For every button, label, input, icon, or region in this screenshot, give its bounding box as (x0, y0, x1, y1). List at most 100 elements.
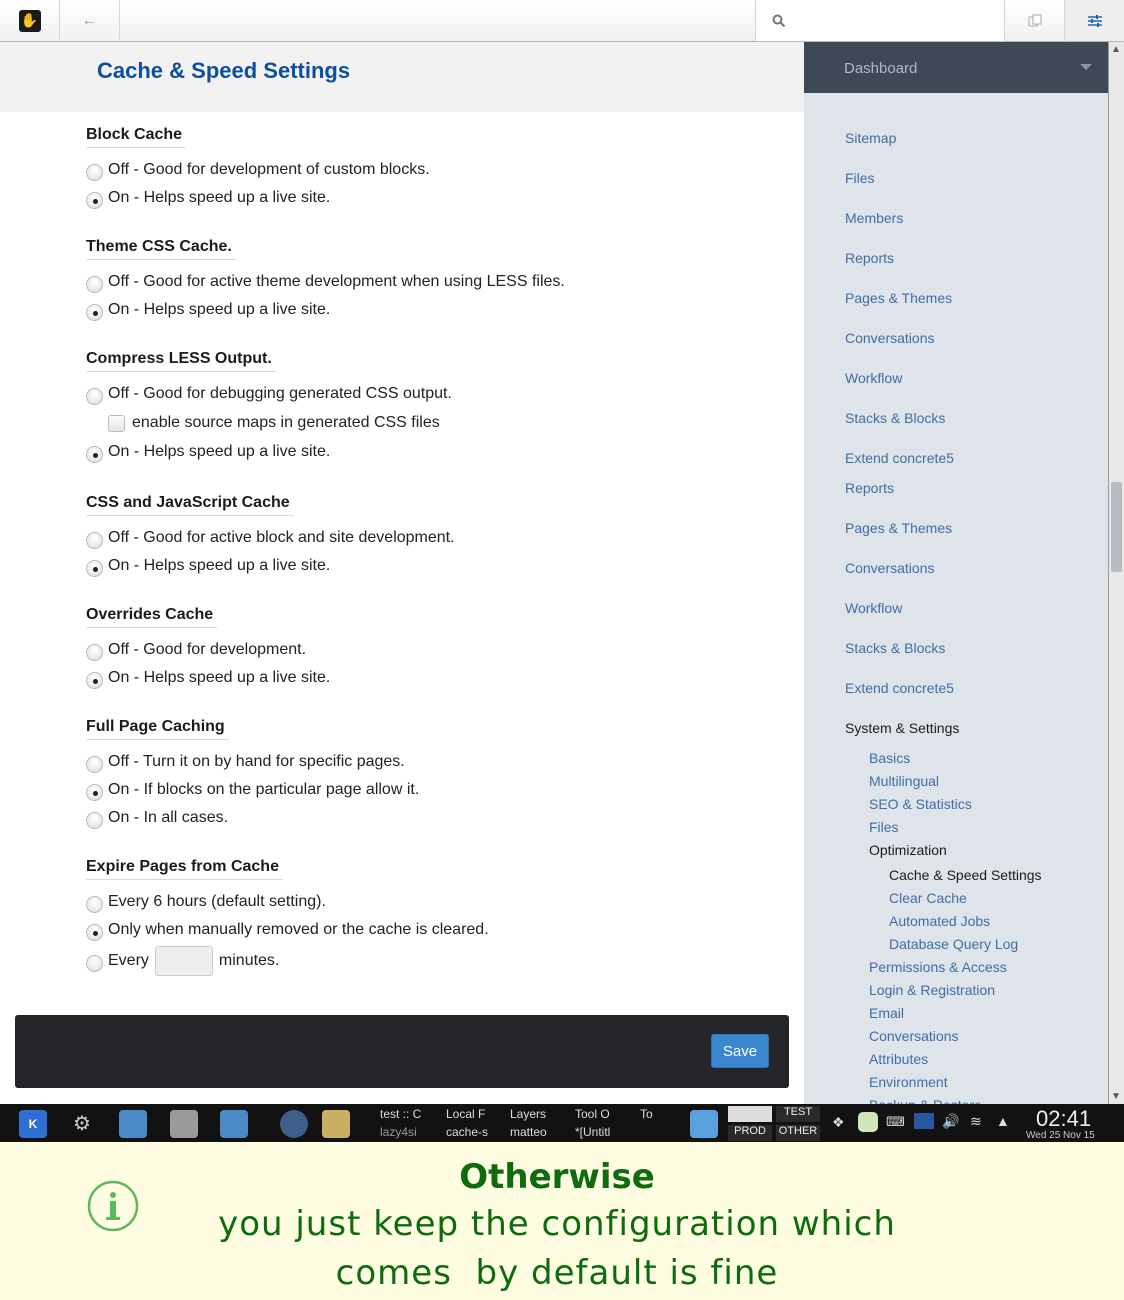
radio-option[interactable]: On - Helps speed up a live site. (86, 664, 330, 692)
radio-option[interactable]: Off - Good for active block and site dev… (86, 524, 455, 552)
drive-icon[interactable] (170, 1110, 198, 1138)
settings-tools-icon[interactable]: ⚙ (68, 1110, 96, 1138)
sidebar-item-sitemap[interactable]: Sitemap (845, 130, 896, 146)
sidebar-item-conversations[interactable]: Conversations (845, 560, 935, 576)
sidebar-subitem-basics[interactable]: Basics (869, 750, 910, 766)
volume-icon[interactable]: 🔊 (942, 1113, 959, 1130)
activity-test[interactable]: TEST (776, 1106, 820, 1122)
dropbox-icon[interactable]: ❖ (832, 1114, 845, 1131)
radio-option[interactable]: Off - Good for development of custom blo… (86, 156, 430, 184)
sidebar-subitem-automated-jobs[interactable]: Automated Jobs (889, 913, 990, 929)
radio-option[interactable]: On - Helps speed up a live site. (86, 438, 452, 466)
sidebar-scrollbar[interactable]: ▲ ▼ (1108, 42, 1124, 1104)
sidebar-subitem-cache-speed[interactable]: Cache & Speed Settings (889, 867, 1042, 883)
scroll-up-icon[interactable]: ▲ (1111, 44, 1121, 55)
sidebar-item-reports[interactable]: Reports (845, 250, 894, 266)
sidebar-subitem-environment[interactable]: Environment (869, 1074, 948, 1090)
new-folder-icon[interactable] (220, 1110, 248, 1138)
scroll-down-icon[interactable]: ▼ (1111, 1091, 1121, 1102)
clock-time[interactable]: 02:41 (1036, 1106, 1091, 1132)
sidebar-item-stacks-blocks[interactable]: Stacks & Blocks (845, 410, 945, 426)
radio-button[interactable] (86, 275, 103, 293)
kde-menu-icon[interactable]: K (19, 1110, 47, 1138)
source-maps-option[interactable]: enable source maps in generated CSS file… (86, 408, 452, 438)
sidebar-item-files[interactable]: Files (845, 170, 875, 186)
sidebar-subitem-email[interactable]: Email (869, 1005, 904, 1021)
sidebar-subitem-seo[interactable]: SEO & Statistics (869, 796, 972, 812)
task-layers[interactable]: Layers (510, 1107, 570, 1121)
sidebar-item-system-settings[interactable]: System & Settings (845, 720, 959, 736)
wifi-icon[interactable]: ≋ (970, 1113, 982, 1130)
radio-button[interactable] (86, 387, 103, 405)
activity-prod[interactable]: PROD (728, 1125, 772, 1141)
task-tool[interactable]: To (640, 1107, 670, 1121)
network-flag-icon[interactable] (914, 1113, 934, 1129)
sidebar-subitem-permissions[interactable]: Permissions & Access (869, 959, 1007, 975)
sidebar-subitem-conversations[interactable]: Conversations (869, 1028, 959, 1044)
sidebar-item-extend[interactable]: Extend concrete5 (845, 680, 954, 696)
radio-button[interactable] (86, 303, 103, 321)
show-desktop-icon[interactable] (690, 1110, 718, 1138)
keyboard-icon[interactable]: ⌨ (886, 1114, 905, 1130)
radio-option[interactable]: On - Helps speed up a live site. (86, 184, 430, 212)
home-folder-icon[interactable] (119, 1110, 147, 1138)
radio-button[interactable] (86, 755, 103, 773)
radio-option[interactable]: Off - Turn it on by hand for specific pa… (86, 748, 419, 776)
source-maps-checkbox[interactable] (108, 414, 125, 432)
python-icon[interactable] (322, 1110, 350, 1138)
radio-button[interactable] (86, 923, 103, 941)
sidebar-item-workflow[interactable]: Workflow (845, 370, 902, 386)
sidebar-subitem-login[interactable]: Login & Registration (869, 982, 995, 998)
activity-other[interactable]: OTHER (776, 1125, 820, 1141)
radio-button[interactable] (86, 643, 103, 661)
radio-button[interactable] (86, 954, 103, 972)
radio-button[interactable] (86, 895, 103, 913)
sidebar-subitem-multilingual[interactable]: Multilingual (869, 773, 939, 789)
sidebar-item-members[interactable]: Members (845, 210, 903, 226)
radio-option[interactable]: On - If blocks on the particular page al… (86, 776, 419, 804)
sidebar-item-workflow[interactable]: Workflow (845, 600, 902, 616)
task-local[interactable]: Local F (446, 1107, 501, 1121)
back-button[interactable]: ← (60, 0, 120, 41)
radio-button[interactable] (86, 559, 103, 577)
radio-option[interactable]: On - Helps speed up a live site. (86, 296, 565, 324)
radio-option[interactable]: Off - Good for development. (86, 636, 330, 664)
copy-pages-button[interactable] (1005, 0, 1065, 41)
sidebar-item-conversations[interactable]: Conversations (845, 330, 935, 346)
radio-option[interactable]: Every minutes. (86, 944, 489, 978)
radio-option[interactable]: Off - Good for debugging generated CSS o… (86, 380, 452, 408)
sidebar-subitem-clear-cache[interactable]: Clear Cache (889, 890, 967, 906)
logo-button[interactable]: ✋ (0, 0, 60, 41)
dashboard-panel-button[interactable] (1065, 0, 1124, 41)
radio-option[interactable]: Every 6 hours (default setting). (86, 888, 489, 916)
sidebar-subitem-query-log[interactable]: Database Query Log (889, 936, 1018, 952)
sidebar-subitem-attributes[interactable]: Attributes (869, 1051, 928, 1067)
radio-option[interactable]: Off - Good for active theme development … (86, 268, 565, 296)
save-button[interactable]: Save (711, 1034, 769, 1068)
radio-button[interactable] (86, 191, 103, 209)
chat-icon[interactable] (858, 1112, 878, 1132)
task-skype[interactable]: matteo (510, 1125, 570, 1139)
scrollbar-thumb[interactable] (1111, 482, 1122, 572)
task-lazy[interactable]: lazy4si (380, 1125, 440, 1139)
search-field[interactable] (755, 0, 1005, 41)
sidebar-item-stacks-blocks[interactable]: Stacks & Blocks (845, 640, 945, 656)
radio-option[interactable]: Only when manually removed or the cache … (86, 916, 489, 944)
sidebar-item-extend[interactable]: Extend concrete5 (845, 450, 954, 466)
radio-button[interactable] (86, 445, 103, 463)
sidebar-subitem-backup[interactable]: Backup & Restore (869, 1097, 982, 1104)
sidebar-subitem-optimization[interactable]: Optimization (869, 842, 947, 858)
radio-button[interactable] (86, 671, 103, 689)
task-tool-options[interactable]: Tool O (575, 1107, 635, 1121)
dashboard-menu[interactable]: Dashboard (804, 42, 1108, 93)
radio-button[interactable] (86, 783, 103, 801)
sidebar-item-reports[interactable]: Reports (845, 480, 894, 496)
task-firefox[interactable]: test :: C (380, 1107, 440, 1121)
task-cache[interactable]: cache-s (446, 1125, 501, 1139)
expand-tray-icon[interactable]: ▲ (996, 1113, 1010, 1129)
radio-option[interactable]: On - In all cases. (86, 804, 419, 832)
sidebar-item-pages-themes[interactable]: Pages & Themes (845, 520, 952, 536)
radio-option[interactable]: On - Helps speed up a live site. (86, 552, 455, 580)
radio-button[interactable] (86, 163, 103, 181)
radio-button[interactable] (86, 811, 103, 829)
